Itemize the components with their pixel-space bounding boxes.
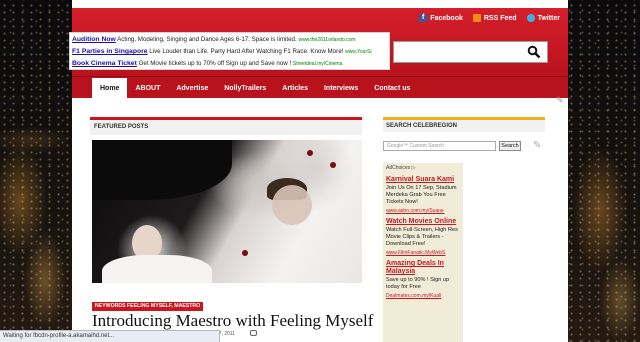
sidebar-search-header: SEARCH CELEBREGION <box>383 117 545 132</box>
custom-search-button[interactable]: Search <box>499 141 521 151</box>
ad-text: Acting, Modeling, Singing and Dance Ages… <box>115 36 299 43</box>
post-tag[interactable]: NEYWORDS FEELING MYSELF, MAESTRO <box>92 302 204 311</box>
ad-row[interactable]: Book Cinema Ticket Get Movie tickets up … <box>72 58 387 69</box>
featured-post-image[interactable] <box>92 140 362 283</box>
rose-petal <box>330 162 336 168</box>
browser-status-bar: Waiting for fbcdn-profile-a.akamaihd.net… <box>0 330 220 342</box>
comment-icon[interactable] <box>250 330 257 336</box>
nav-advertise[interactable]: Advertise <box>168 78 216 99</box>
sidebar-ad-title[interactable]: Amazing Deals In Malaysia <box>386 260 460 276</box>
rose-petal <box>242 250 248 256</box>
ad-text: Live Louder than Life. Party Hard After … <box>147 48 346 55</box>
site-search-input[interactable] <box>393 41 548 63</box>
image-figure-face <box>272 185 312 225</box>
rss-icon <box>472 14 481 22</box>
search-icon[interactable] <box>527 45 541 59</box>
wrench-icon[interactable]: ✎ <box>556 95 566 105</box>
text-ads-box: Audition Now Acting, Modeling, Singing a… <box>69 32 390 70</box>
ad-url[interactable]: Streetdeal.my/Cinema <box>293 61 342 67</box>
nav-items: Home ABOUT Advertise NollyTrailers Artic… <box>92 78 418 99</box>
featured-posts-header: FEATURED POSTS <box>90 117 362 135</box>
nav-nollytrailers[interactable]: NollyTrailers <box>216 78 274 99</box>
adchoices-label[interactable]: AdChoices ▷ <box>386 165 460 172</box>
ad-row[interactable]: F1 Parties in Singapore Live Louder than… <box>72 46 387 58</box>
nav-articles[interactable]: Articles <box>274 78 316 99</box>
facebook-label: Facebook <box>430 14 463 22</box>
rss-label: RSS Feed <box>483 14 517 22</box>
ad-title[interactable]: F1 Parties in Singapore <box>72 48 148 55</box>
image-figure-dress <box>102 255 212 283</box>
sidebar-ads: AdChoices ▷ Karnival Suara Kami Join Us … <box>383 163 463 342</box>
nav-home[interactable]: Home <box>92 78 128 99</box>
sidebar-ad-link[interactable]: www.FilmFanatic.MyWebS <box>386 250 460 257</box>
twitter-icon <box>526 14 535 22</box>
rss-link[interactable]: RSS Feed <box>472 14 517 22</box>
ad-text: Get Movie tickets up to 70% off Sign up … <box>136 60 293 67</box>
nav-contact[interactable]: Contact us <box>366 78 418 99</box>
twitter-label: Twitter <box>537 14 560 22</box>
facebook-icon: f <box>419 14 428 22</box>
sidebar-ad-body: Save up to 90% ! Sign up today for Free <box>386 277 450 290</box>
sidebar-ad-body: Join Us On 17 Sep, Stadium Merdeka Grab … <box>386 185 457 205</box>
edit-icon[interactable]: ✎ <box>533 140 541 151</box>
rose-petal <box>307 150 313 156</box>
post-title[interactable]: Introducing Maestro with Feeling Myself <box>92 311 373 331</box>
ad-url[interactable]: www.the2011orlando.com <box>298 37 355 43</box>
facebook-link[interactable]: f Facebook <box>419 14 463 22</box>
twitter-link[interactable]: Twitter <box>526 14 560 22</box>
social-links: f Facebook RSS Feed Twitter <box>419 14 560 22</box>
ad-title[interactable]: Audition Now <box>72 36 116 43</box>
ad-title[interactable]: Book Cinema Ticket <box>72 60 137 67</box>
custom-search-input[interactable]: Google™ Custom Search <box>383 141 496 151</box>
ad-url[interactable]: www.YourSi <box>345 49 372 55</box>
sidebar-ad-link[interactable]: Dealmates.com.my/Kuali <box>386 293 460 300</box>
image-shadow <box>92 140 232 200</box>
ad-row[interactable]: Audition Now Acting, Modeling, Singing a… <box>72 34 387 46</box>
sidebar-ad-title[interactable]: Watch Movies Online <box>386 218 460 226</box>
sidebar-ad-title[interactable]: Karnival Suara Kami <box>386 176 460 184</box>
nav-interviews[interactable]: Interviews <box>316 78 366 99</box>
sidebar-ad-link[interactable]: www.astro.com.my/Suara- <box>386 208 460 215</box>
main-nav: Home ABOUT Advertise NollyTrailers Artic… <box>72 76 568 105</box>
sidebar-ad-body: Watch Full-Screen, High Res Movie Clips … <box>386 227 458 247</box>
nav-about[interactable]: ABOUT <box>127 78 168 99</box>
